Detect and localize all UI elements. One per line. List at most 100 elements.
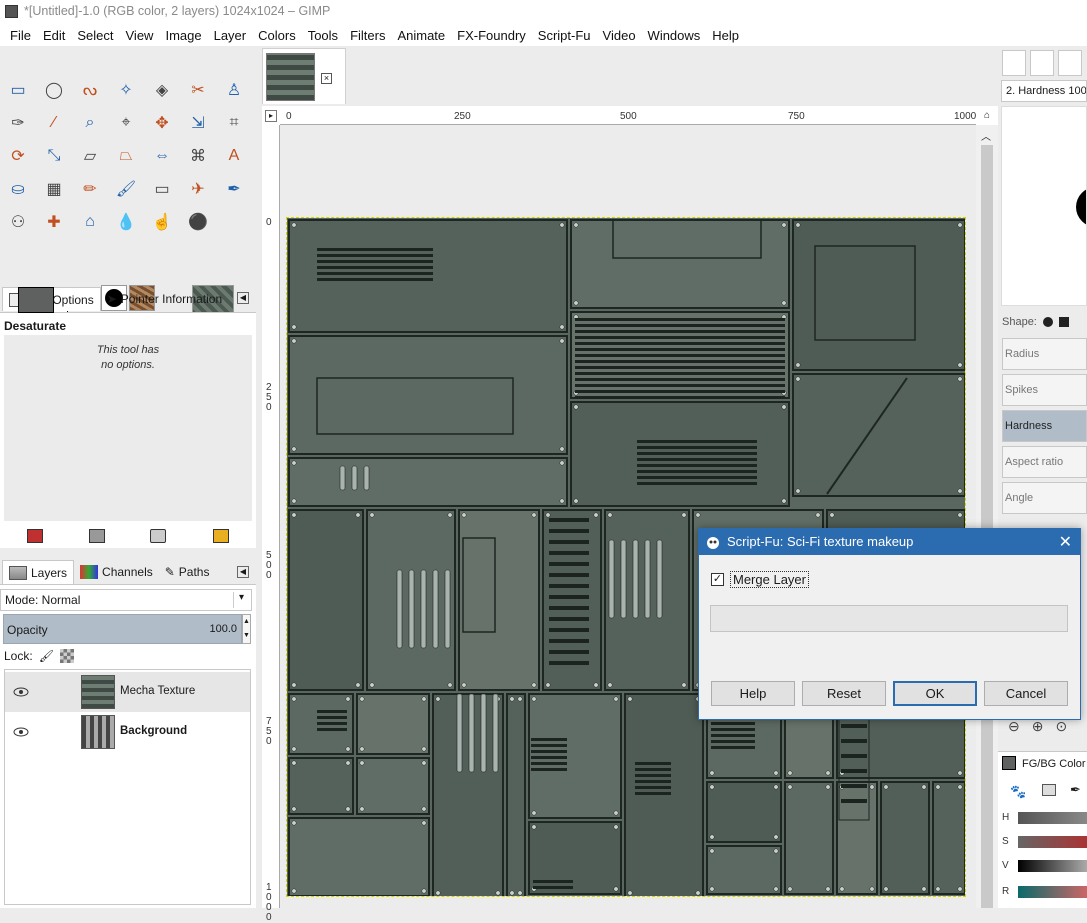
spikes-field[interactable]: Spikes xyxy=(1002,374,1087,406)
circle-shape-icon[interactable] xyxy=(1042,317,1053,327)
align-icon[interactable]: ⇲ xyxy=(186,111,210,135)
image-tab[interactable]: × xyxy=(262,48,346,104)
printer-icon[interactable] xyxy=(1042,784,1056,796)
ok-button[interactable]: OK xyxy=(893,681,977,706)
foreground-color-swatch[interactable] xyxy=(18,287,54,313)
configure-tab-icon[interactable]: ◀ xyxy=(237,566,249,578)
fuzzy-select-icon[interactable]: ✧ xyxy=(114,78,138,102)
image-viewport[interactable] xyxy=(280,125,976,908)
free-select-icon[interactable]: ᔓ xyxy=(78,78,102,102)
eye-icon[interactable] xyxy=(13,726,29,738)
paintbrush-icon[interactable]: 🖌 xyxy=(114,177,138,201)
eye-icon[interactable] xyxy=(13,686,29,698)
perspective-clone-icon[interactable]: ⌂ xyxy=(78,210,102,234)
delete-options-icon[interactable] xyxy=(150,529,166,543)
ink-icon[interactable]: ✒ xyxy=(222,177,246,201)
quick-mask-corner[interactable]: ▸ xyxy=(265,110,277,122)
smudge-icon[interactable]: ☝ xyxy=(150,210,174,234)
hue-slider[interactable] xyxy=(1018,812,1087,824)
rect-select-icon[interactable]: ▭ xyxy=(6,78,30,102)
dodge-burn-icon[interactable]: ⚫ xyxy=(186,210,210,234)
layer-row-background[interactable]: Background xyxy=(5,712,250,752)
fg-swatch-icon[interactable] xyxy=(1002,756,1016,770)
cage-icon[interactable]: ⌘ xyxy=(186,144,210,168)
text-icon[interactable]: A xyxy=(222,144,246,168)
menu-view[interactable]: View xyxy=(120,28,160,43)
tab-channels[interactable]: Channels xyxy=(74,560,159,584)
radius-field[interactable]: Radius xyxy=(1002,338,1087,370)
tab-layers[interactable]: Layers xyxy=(2,560,75,584)
reset-options-icon[interactable] xyxy=(213,529,229,543)
zoom-in-icon[interactable]: ⊕ xyxy=(1032,718,1044,735)
reset-button[interactable]: Reset xyxy=(802,681,886,706)
chevron-down-icon[interactable]: ▾ xyxy=(233,592,249,608)
merge-layer-label[interactable]: Merge Layer xyxy=(730,571,809,588)
aspect-ratio-field[interactable]: Aspect ratio xyxy=(1002,446,1087,478)
tab-paths[interactable]: ✎ Paths xyxy=(159,560,216,584)
angle-field[interactable]: Angle xyxy=(1002,482,1087,514)
cancel-button[interactable]: Cancel xyxy=(984,681,1068,706)
close-icon[interactable]: × xyxy=(321,73,332,84)
pencil-icon[interactable]: ✏ xyxy=(78,177,102,201)
save-options-icon[interactable] xyxy=(27,529,43,543)
zoom-fit-icon[interactable]: ⊙ xyxy=(1055,718,1067,735)
heal-icon[interactable]: ✚ xyxy=(42,210,66,234)
menu-fx-foundry[interactable]: FX-Foundry xyxy=(451,28,532,43)
layer-row-mecha-texture[interactable]: Mecha Texture xyxy=(5,672,250,712)
airbrush-icon[interactable]: ✈ xyxy=(186,177,210,201)
menu-image[interactable]: Image xyxy=(159,28,207,43)
menu-layer[interactable]: Layer xyxy=(208,28,253,43)
navigate-icon[interactable]: ⌂ xyxy=(976,110,998,125)
menu-filters[interactable]: Filters xyxy=(344,28,391,43)
color-picker-icon[interactable]: ⁄ xyxy=(42,111,66,135)
menu-select[interactable]: Select xyxy=(71,28,119,43)
blur-icon[interactable]: 💧 xyxy=(114,210,138,234)
zoom-out-icon[interactable]: ⊖ xyxy=(1008,718,1020,735)
menu-animate[interactable]: Animate xyxy=(391,28,451,43)
menu-script-fu[interactable]: Script-Fu xyxy=(532,28,597,43)
value-slider[interactable] xyxy=(1018,860,1087,872)
shear-icon[interactable]: ▱ xyxy=(78,144,102,168)
scrollbar-thumb[interactable] xyxy=(981,145,993,908)
brushes-icon[interactable] xyxy=(1030,50,1054,76)
crop-icon[interactable]: ⌗ xyxy=(222,111,246,135)
lock-pixels-icon[interactable]: 🖌 xyxy=(39,649,54,663)
info-icon[interactable] xyxy=(1002,50,1026,76)
measure-icon[interactable]: ⌖ xyxy=(114,111,138,135)
scissors-icon[interactable]: ✂ xyxy=(186,78,210,102)
saturation-slider[interactable] xyxy=(1018,836,1087,848)
restore-options-icon[interactable] xyxy=(89,529,105,543)
by-color-select-icon[interactable]: ◈ xyxy=(150,78,174,102)
hardness-field[interactable]: Hardness xyxy=(1002,410,1087,442)
foreground-select-icon[interactable]: ♙ xyxy=(222,78,246,102)
merge-layer-option[interactable]: ✓ Merge Layer xyxy=(711,571,809,588)
menu-tools[interactable]: Tools xyxy=(302,28,344,43)
blend-icon[interactable]: ▦ xyxy=(42,177,66,201)
eyedropper-icon[interactable]: ✒ xyxy=(1070,782,1081,798)
menu-help[interactable]: Help xyxy=(706,28,745,43)
red-slider[interactable] xyxy=(1018,886,1087,898)
menu-edit[interactable]: Edit xyxy=(37,28,71,43)
menu-video[interactable]: Video xyxy=(597,28,642,43)
layer-mode-select[interactable]: Mode: Normal ▾ xyxy=(0,589,252,611)
vertical-scrollbar[interactable]: ︿ xyxy=(976,125,998,908)
move-icon[interactable]: ✥ xyxy=(150,111,174,135)
ellipse-select-icon[interactable]: ◯ xyxy=(42,78,66,102)
bucket-fill-icon[interactable]: ⛀ xyxy=(6,177,30,201)
gimp-color-icon[interactable]: 🐾 xyxy=(1010,784,1026,800)
lock-alpha-icon[interactable] xyxy=(59,649,74,663)
configure-tab-icon[interactable]: ◀ xyxy=(237,292,249,304)
scale-icon[interactable]: ⤡ xyxy=(42,144,66,168)
menu-file[interactable]: File xyxy=(4,28,37,43)
perspective-icon[interactable]: ⏢ xyxy=(114,144,138,168)
menu-colors[interactable]: Colors xyxy=(252,28,302,43)
close-icon[interactable]: ✕ xyxy=(1059,532,1072,552)
zoom-icon[interactable]: ⌕ xyxy=(78,111,102,135)
eraser-icon[interactable]: ▭ xyxy=(150,177,174,201)
menu-windows[interactable]: Windows xyxy=(642,28,707,43)
rotate-icon[interactable]: ⟳ xyxy=(6,144,30,168)
opacity-slider[interactable]: Opacity 100.0 xyxy=(3,614,242,644)
opacity-spinner[interactable]: ▲ ▼ xyxy=(242,614,251,644)
flip-icon[interactable]: ⇔ xyxy=(150,144,174,168)
square-shape-icon[interactable] xyxy=(1058,317,1069,327)
